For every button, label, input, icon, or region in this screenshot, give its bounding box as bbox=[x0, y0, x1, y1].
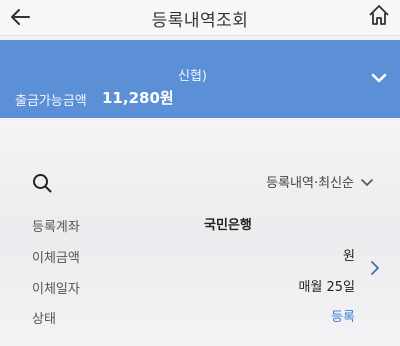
status-label: 상태 bbox=[32, 312, 56, 327]
app-header: 등록내역조회 bbox=[0, 0, 400, 36]
chevron-right-icon[interactable] bbox=[370, 260, 380, 276]
sort-chevron-icon bbox=[360, 177, 374, 187]
bank-name: 신협) bbox=[178, 69, 207, 84]
account-card[interactable]: 신협) 출금가능금액 11,280원 bbox=[0, 40, 400, 118]
available-balance-label: 출금가능금액 bbox=[15, 94, 87, 109]
date-value: 매월 25일 bbox=[298, 280, 355, 295]
search-icon[interactable] bbox=[32, 173, 52, 193]
sort-select[interactable]: 등록내역·최신순 bbox=[266, 172, 374, 191]
chevron-down-icon[interactable] bbox=[370, 70, 388, 84]
available-balance-amount: 11,280원 bbox=[102, 89, 174, 107]
date-label: 이체일자 bbox=[32, 282, 80, 297]
status-badge: 등록 bbox=[331, 310, 355, 325]
account-label: 등록계좌 bbox=[32, 220, 80, 235]
registration-list: 등록내역·최신순 등록계좌 국민은행 이체금액 원 이체일자 매월 25일 상태… bbox=[0, 118, 400, 346]
account-value: 국민은행 bbox=[204, 218, 252, 233]
amount-label: 이체금액 bbox=[32, 251, 80, 266]
sort-label: 등록내역·최신순 bbox=[266, 176, 354, 191]
home-icon[interactable] bbox=[366, 2, 392, 28]
page-title: 등록내역조회 bbox=[151, 11, 249, 31]
amount-value: 원 bbox=[343, 249, 355, 264]
